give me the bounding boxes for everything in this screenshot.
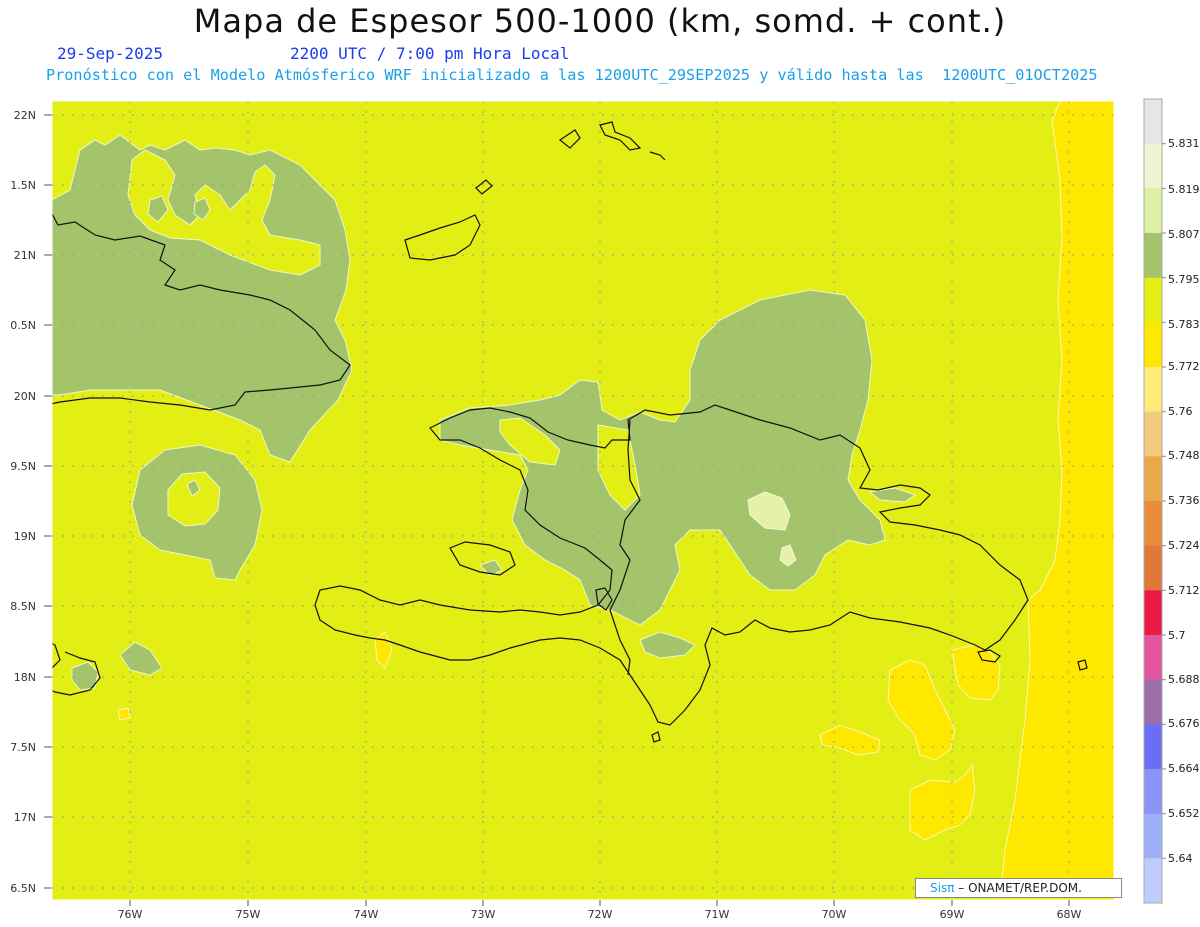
colorbar-label: 5.676 [1168, 717, 1200, 730]
credit-text: – ONAMET/REP.DOM. [958, 881, 1082, 895]
colorbar-label: 5.652 [1168, 807, 1200, 820]
colorbar-swatch [1144, 679, 1162, 725]
yellow-patch-6 [117, 707, 131, 721]
credit-box: Sisπ – ONAMET/REP.DOM. [915, 878, 1122, 898]
lat-label-22n: 22N [13, 109, 36, 122]
colorbar-label: 5.783 [1168, 318, 1200, 331]
colorbar-swatch [1144, 590, 1162, 636]
thickness-map [44, 98, 1166, 906]
lat-label-19-5n: 9.5N [10, 460, 36, 473]
lat-label-19n: 19N [13, 530, 36, 543]
colorbar-swatch [1144, 635, 1162, 681]
colorbar-label: 5.819 [1168, 183, 1200, 196]
colorbar-swatch [1144, 769, 1162, 815]
colorbar [1143, 98, 1163, 904]
colorbar-swatch [1144, 143, 1162, 189]
colorbar-swatch [1144, 724, 1162, 770]
lon-label-70w: 70W [821, 908, 847, 921]
colorbar-label: 5.772 [1168, 360, 1200, 373]
colorbar-swatch [1144, 277, 1162, 323]
colorbar-label: 5.795 [1168, 273, 1200, 286]
colorbar-swatch [1144, 501, 1162, 547]
colorbar-swatch [1144, 233, 1162, 279]
colorbar-label: 5.76 [1168, 405, 1193, 418]
colorbar-swatch [1144, 367, 1162, 413]
lon-label-72w: 72W [587, 908, 613, 921]
lon-label-69w: 69W [939, 908, 965, 921]
lat-label-20n: 20N [13, 390, 36, 403]
lat-label-21n: 21N [13, 249, 36, 262]
colorbar-swatch [1144, 456, 1162, 502]
lat-label-17-5n: 7.5N [10, 741, 36, 754]
lat-label-20-5n: 0.5N [10, 319, 36, 332]
lon-label-75w: 75W [235, 908, 261, 921]
colorbar-label: 5.736 [1168, 494, 1200, 507]
colorbar-swatch [1144, 99, 1162, 145]
lat-label-16-5n: 6.5N [10, 882, 36, 895]
credit-brand: Sisπ [930, 881, 955, 895]
colorbar-swatch [1144, 188, 1162, 234]
lon-label-71w: 71W [704, 908, 730, 921]
lat-label-18-5n: 8.5N [10, 600, 36, 613]
colorbar-swatch [1144, 858, 1162, 904]
colorbar-label: 5.807 [1168, 228, 1200, 241]
lon-label-68w: 68W [1056, 908, 1082, 921]
lat-label-18n: 18N [13, 671, 36, 684]
lon-label-76w: 76W [117, 908, 143, 921]
colorbar-ticks [1162, 143, 1166, 859]
lon-label-73w: 73W [470, 908, 496, 921]
colorbar-label: 5.712 [1168, 584, 1200, 597]
colorbar-label: 5.64 [1168, 852, 1193, 865]
colorbar-label: 5.748 [1168, 449, 1200, 462]
colorbar-label: 5.831 [1168, 137, 1200, 150]
colorbar-swatch [1144, 322, 1162, 368]
contour-fields [52, 101, 1114, 900]
colorbar-swatch [1144, 813, 1162, 859]
colorbar-label: 5.688 [1168, 673, 1200, 686]
colorbar-label: 5.664 [1168, 762, 1200, 775]
colorbar-swatch [1144, 411, 1162, 457]
colorbar-label: 5.724 [1168, 539, 1200, 552]
lat-label-17n: 17N [13, 811, 36, 824]
lat-label-21-5n: 1.5N [10, 179, 36, 192]
colorbar-label: 5.7 [1168, 629, 1186, 642]
lon-label-74w: 74W [353, 908, 379, 921]
colorbar-swatch [1144, 545, 1162, 591]
